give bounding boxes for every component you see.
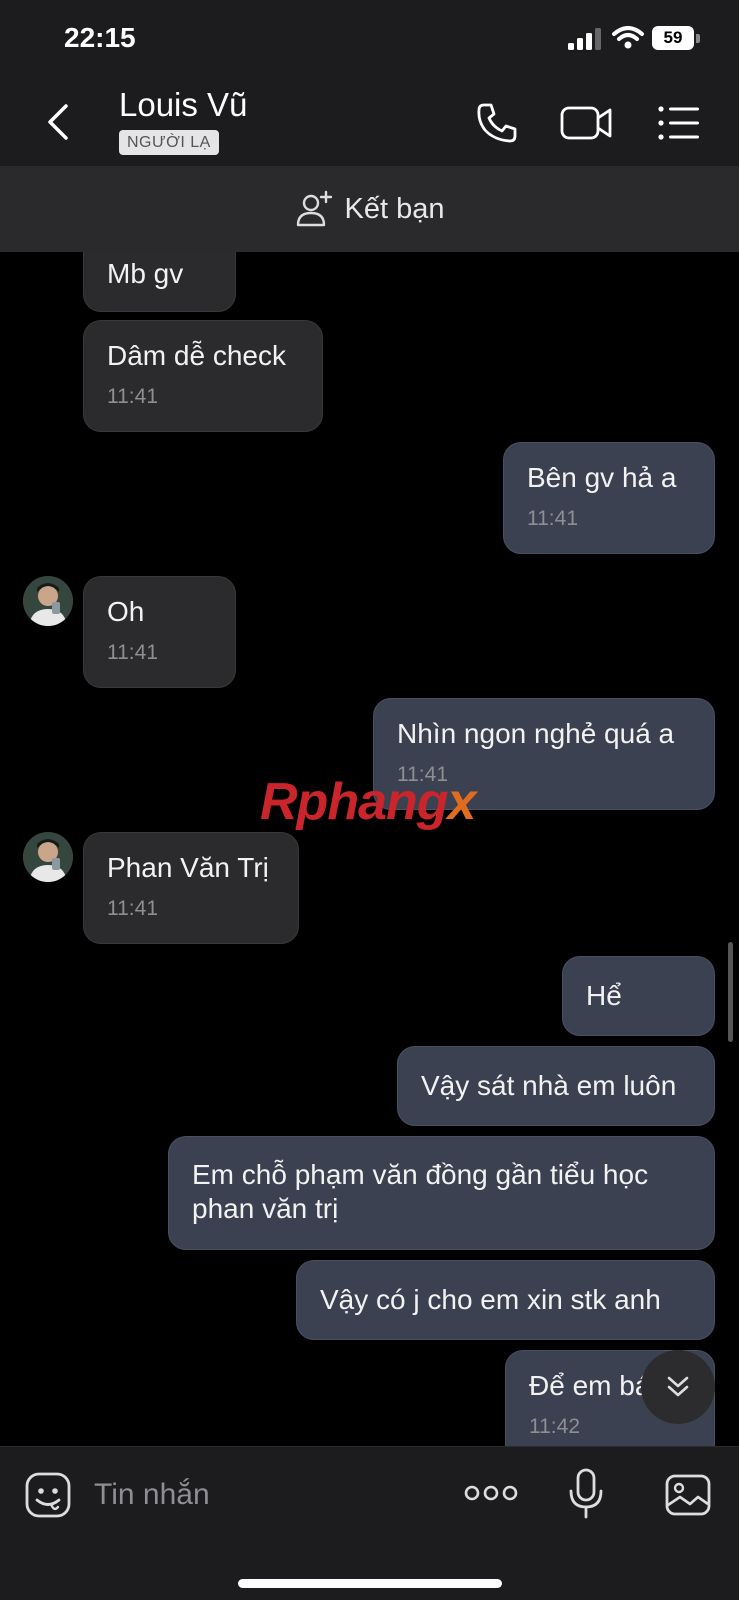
message-bubble-outgoing[interactable]: Hể xyxy=(562,956,715,1036)
phone-icon[interactable] xyxy=(474,100,520,146)
video-call-icon[interactable] xyxy=(560,100,614,146)
image-gallery-icon[interactable] xyxy=(664,1471,712,1519)
watermark-text: Rphang xyxy=(260,773,449,831)
home-indicator xyxy=(238,1579,502,1588)
message-bubble-incoming[interactable]: Phan Văn Trị 11:41 xyxy=(83,832,299,944)
scrollbar-thumb[interactable] xyxy=(728,942,733,1042)
message-text: Oh xyxy=(107,596,145,627)
message-time: 11:41 xyxy=(107,385,158,408)
message-text: Vậy có j cho em xin stk anh xyxy=(320,1284,661,1315)
add-friend-button[interactable]: Kết bạn xyxy=(0,166,739,252)
contact-avatar[interactable] xyxy=(23,576,73,626)
avatar-image xyxy=(23,576,73,626)
battery-icon: 59 xyxy=(652,26,700,50)
list-menu-icon[interactable] xyxy=(656,100,702,146)
microphone-icon[interactable] xyxy=(566,1467,606,1521)
scroll-to-bottom-button[interactable] xyxy=(641,1350,715,1424)
message-input[interactable] xyxy=(94,1473,434,1517)
message-text: Mb gv xyxy=(107,258,184,289)
message-text: Bên gv hả a xyxy=(527,462,677,493)
message-bubble-incoming[interactable]: Oh 11:41 xyxy=(83,576,236,688)
message-bubble-incoming[interactable]: Dâm dễ check 11:41 xyxy=(83,320,323,432)
status-time: 22:15 xyxy=(64,22,136,53)
message-time: 11:41 xyxy=(107,641,158,664)
message-time: 11:41 xyxy=(107,897,158,920)
watermark-suffix: x xyxy=(447,773,477,831)
message-text: Nhìn ngon nghẻ quá a xyxy=(397,718,675,749)
message-text: Hể xyxy=(586,980,622,1011)
message-bubble-outgoing[interactable]: Bên gv hả a 11:41 xyxy=(503,442,715,554)
add-friend-icon xyxy=(296,190,332,227)
message-text: Em chỗ phạm văn đồng gần tiểu học phan v… xyxy=(192,1159,649,1224)
double-chevron-down-icon xyxy=(667,1376,689,1397)
contact-name[interactable]: Louis Vũ xyxy=(119,86,247,124)
avatar-image xyxy=(23,832,73,882)
add-friend-label: Kết bạn xyxy=(344,192,445,225)
wifi-icon xyxy=(612,26,644,49)
message-text: Dâm dễ check xyxy=(107,340,286,371)
more-options-icon[interactable] xyxy=(464,1481,518,1505)
message-time: 11:41 xyxy=(527,507,578,530)
chat-header: Louis Vũ NGƯỜI LẠ xyxy=(0,80,739,166)
cellular-signal-icon xyxy=(568,28,601,50)
status-bar: 22:15 59 xyxy=(0,0,739,80)
message-bubble-outgoing[interactable]: Vậy sát nhà em luôn xyxy=(397,1046,715,1126)
back-icon[interactable] xyxy=(40,102,80,142)
message-text: Phan Văn Trị xyxy=(107,852,269,883)
message-bubble-outgoing[interactable]: Em chỗ phạm văn đồng gần tiểu học phan v… xyxy=(168,1136,715,1250)
contact-avatar[interactable] xyxy=(23,832,73,882)
message-bubble-incoming[interactable]: Mb gv xyxy=(83,252,236,312)
message-text: Vậy sát nhà em luôn xyxy=(421,1070,677,1101)
stranger-badge: NGƯỜI LẠ xyxy=(119,130,219,155)
message-bubble-outgoing[interactable]: Vậy có j cho em xin stk anh xyxy=(296,1260,715,1340)
sticker-icon[interactable] xyxy=(24,1471,72,1519)
message-list[interactable]: Mb gv Dâm dễ check 11:41 Bên gv hả a 11:… xyxy=(0,252,739,1446)
battery-level: 59 xyxy=(652,26,694,50)
message-composer xyxy=(0,1446,739,1600)
watermark-logo: Rphangx xyxy=(260,772,477,832)
